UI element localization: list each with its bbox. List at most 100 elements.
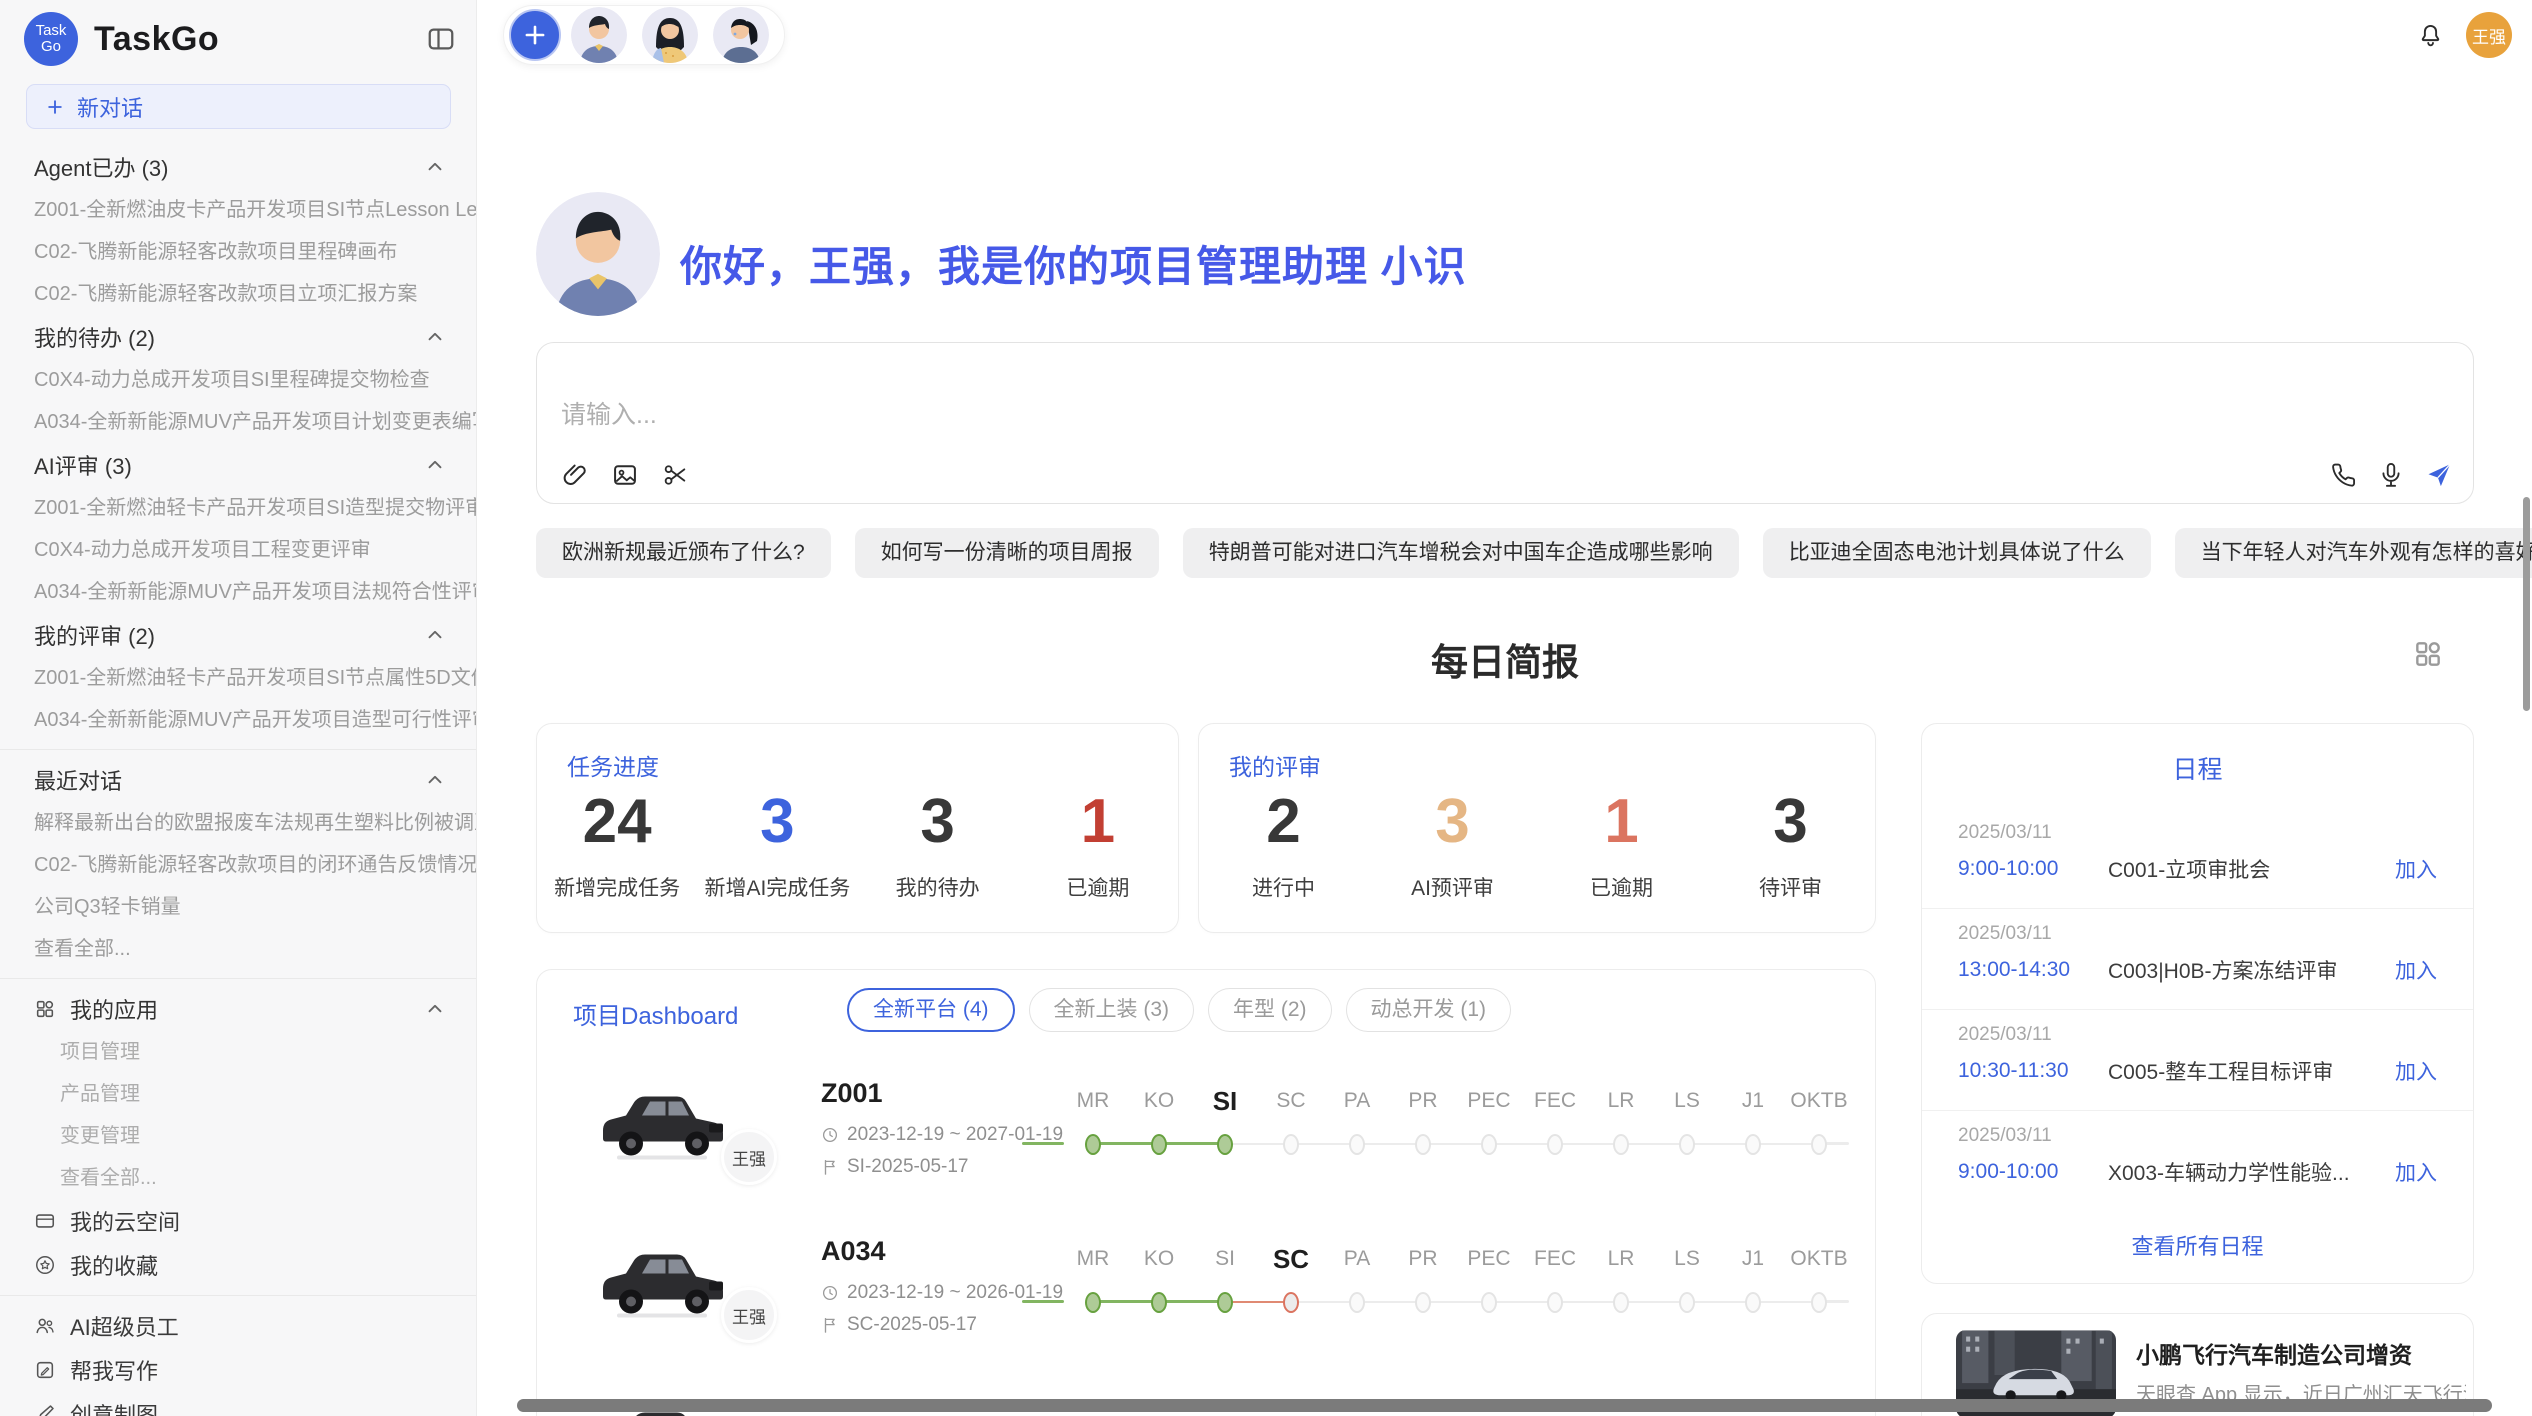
project-row[interactable]: 王强Z0012023-12-19 ~ 2027-01-19SI-2025-05-… [537,1072,1876,1230]
my-review-card: 我的评审2进行中3AI预评审1已逾期3待评审 [1198,723,1876,933]
sidebar-item[interactable]: C02-飞腾新能源轻客改款项目立项汇报方案 [0,273,476,315]
sidebar-item[interactable]: A034-全新新能源MUV产品开发项目计划变更表编写 [0,401,476,443]
app-sub-item[interactable]: 查看全部... [0,1157,476,1199]
chevron-up-icon[interactable] [424,326,446,348]
sidebar-item[interactable]: Z001-全新燃油皮卡产品开发项目SI节点Lesson Learn报告 [0,189,476,231]
stat-value: 3 [1368,786,1537,858]
send-icon[interactable] [2425,461,2453,489]
stat: 3待评审 [1706,786,1875,902]
attachment-icon[interactable] [561,461,589,489]
avatar-woman-ponytail[interactable] [713,7,769,63]
timeline-segment [1225,1143,1291,1145]
sidebar-item[interactable]: C02-飞腾新能源轻客改款项目里程碑画布 [0,231,476,273]
logo-line1: Task [36,23,67,39]
join-meeting-link[interactable]: 加入 [2395,1056,2437,1086]
sidebar-link-ai-staff[interactable]: AI超级员工 [0,1304,476,1348]
milestone-node: KO [1126,1088,1192,1168]
user-avatar[interactable]: 王强 [2466,12,2512,58]
milestone-dot [1481,1134,1497,1155]
milestone-node: KO [1126,1246,1192,1326]
section-label: AI评审 (3) [34,449,132,481]
chat-input[interactable] [561,401,1961,430]
taskgo-logo: Task Go [24,12,78,66]
chevron-up-icon[interactable] [424,769,446,791]
my-apps-header[interactable]: 我的应用 [0,987,476,1031]
join-meeting-link[interactable]: 加入 [2395,955,2437,985]
phone-call-icon[interactable] [2329,461,2357,489]
view-all-schedule-link[interactable]: 查看所有日程 [1922,1229,2473,1261]
news-title: 小鹏飞行汽车制造公司增资 [2136,1336,2456,1370]
sidebar-item[interactable]: C0X4-动力总成开发项目工程变更评审 [0,529,476,571]
project-row[interactable]: 王强A0342023-12-19 ~ 2026-01-19SC-2025-05-… [537,1230,1876,1388]
apps-grid-icon [34,998,56,1020]
stat-label: 新增完成任务 [537,872,697,902]
chevron-up-icon[interactable] [424,454,446,476]
app-sub-item[interactable]: 变更管理 [0,1115,476,1157]
milestone-node: LS [1654,1246,1720,1326]
scissors-icon[interactable] [661,461,689,489]
add-agent-button[interactable] [509,9,561,61]
task-progress-card: 任务进度24新增完成任务3新增AI完成任务3我的待办1已逾期 [536,723,1179,933]
timeline-segment [1753,1301,1819,1303]
sidebar-link-writing[interactable]: 帮我写作 [0,1348,476,1392]
sidebar-link-drawing[interactable]: 创意制图 [0,1392,476,1416]
sidebar-item[interactable]: A034-全新新能源MUV产品开发项目造型可行性评审 [0,699,476,741]
stat-label: 进行中 [1199,872,1368,902]
recent-conversation-item[interactable]: 解释最新出台的欧盟报废车法规再生塑料比例被调至15%... [0,802,476,844]
join-meeting-link[interactable]: 加入 [2395,854,2437,884]
chat-composer [536,342,2474,504]
chevron-up-icon[interactable] [424,156,446,178]
section-label: 最近对话 [34,764,122,796]
timeline-segment [1687,1143,1753,1145]
join-meeting-link[interactable]: 加入 [2395,1157,2437,1187]
timeline-stub [1022,1142,1064,1145]
sidebar: Task Go TaskGo 新对话 Agent已办 (3)Z001-全新燃油皮… [0,0,477,1416]
recent-conversation-item[interactable]: C02-飞腾新能源轻客改款项目的闭环通告反馈情况 [0,844,476,886]
milestone-dot [1481,1292,1497,1313]
milestone-label: KO [1126,1246,1192,1272]
avatar-man[interactable] [571,7,627,63]
sidebar-item[interactable]: A034-全新新能源MUV产品开发项目法规符合性评审 [0,571,476,613]
chevron-up-icon[interactable] [424,624,446,646]
milestone-node: LR [1588,1088,1654,1168]
new-chat-button[interactable]: 新对话 [26,84,451,129]
horizontal-scrollbar[interactable] [517,1399,2492,1412]
milestone-label: SI [1192,1246,1258,1272]
recent-conversation-item[interactable]: 查看全部... [0,928,476,970]
notification-bell-icon[interactable] [2417,22,2444,49]
timeline-segment [1423,1301,1489,1303]
suggestion-chip[interactable]: 当下年轻人对汽车外观有怎样的喜好趋势 [2175,528,2532,578]
sidebar-item[interactable]: Z001-全新燃油轻卡产品开发项目SI造型提交物评审 [0,487,476,529]
suggestion-chip[interactable]: 比亚迪全固态电池计划具体说了什么 [1763,528,2151,578]
suggestion-chip[interactable]: 欧洲新规最近颁布了什么? [536,528,831,578]
recent-conversation-item[interactable]: 公司Q3轻卡销量 [0,886,476,928]
taskgo-app: Task Go TaskGo 新对话 Agent已办 (3)Z001-全新燃油皮… [0,0,2532,1416]
app-sub-item[interactable]: 产品管理 [0,1073,476,1115]
dashboard-tabs: 全新平台 (4) 全新上装 (3) 年型 (2) 动总开发 (1) [847,988,1511,1032]
stat-label: 我的待办 [858,872,1018,902]
sidebar-item[interactable]: Z001-全新燃油轻卡产品开发项目SI节点属性5D文件评审 [0,657,476,699]
avatar-woman-long-hair[interactable] [642,7,698,63]
project-code: Z001 [821,1078,883,1109]
timeline-segment [1225,1301,1291,1303]
milestone-label: LR [1588,1246,1654,1272]
sidebar-collapse-icon[interactable] [426,24,456,54]
image-icon[interactable] [611,461,639,489]
schedule-card: 日程 2025/03/119:00-10:00C001-立项审批会加入2025/… [1921,723,2474,1284]
suggestion-chip[interactable]: 特朗普可能对进口汽车增税会对中国车企造成哪些影响 [1183,528,1739,578]
sidebar-link-favorites[interactable]: 我的收藏 [0,1243,476,1287]
app-sub-item[interactable]: 项目管理 [0,1031,476,1073]
sidebar-item[interactable]: C0X4-动力总成开发项目SI里程碑提交物检查 [0,359,476,401]
dashboard-tab[interactable]: 年型 (2) [1208,988,1332,1032]
stat-value: 1 [1537,786,1706,858]
dashboard-tab[interactable]: 全新上装 (3) [1029,988,1195,1032]
microphone-icon[interactable] [2377,461,2405,489]
chevron-up-icon[interactable] [424,998,446,1020]
dashboard-tab[interactable]: 全新平台 (4) [847,988,1015,1032]
dashboard-tab[interactable]: 动总开发 (1) [1346,988,1512,1032]
layout-grid-icon[interactable] [2412,638,2444,670]
sidebar-link-cloud-space[interactable]: 我的云空间 [0,1199,476,1243]
suggestion-chip[interactable]: 如何写一份清晰的项目周报 [855,528,1159,578]
vertical-scrollbar[interactable] [2523,497,2530,711]
milestone-node: SC [1258,1246,1324,1326]
